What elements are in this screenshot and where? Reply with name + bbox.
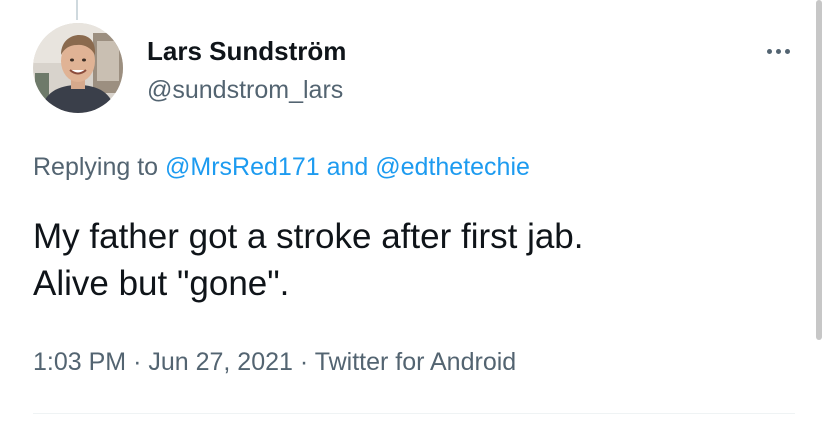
tweet-date[interactable]: Jun 27, 2021: [148, 348, 293, 376]
author-name[interactable]: Lars Sundström: [147, 34, 346, 68]
more-options-button[interactable]: [758, 36, 798, 66]
tweet-detail: Lars Sundström @sundstrom_lars Replying …: [0, 0, 828, 431]
metadata-separator: ·: [299, 348, 309, 376]
avatar[interactable]: [33, 23, 123, 113]
reply-context-prefix: Replying to: [33, 153, 159, 181]
mention-link-edthetechie[interactable]: @edthetechie: [375, 153, 530, 181]
divider: [33, 413, 795, 414]
author-handle[interactable]: @sundstrom_lars: [147, 74, 343, 106]
tweet-time[interactable]: 1:03 PM: [33, 348, 126, 376]
tweet-text: My father got a stroke after first jab. …: [33, 213, 793, 307]
reply-context-conjunction[interactable]: and: [327, 153, 369, 181]
tweet-text-line: My father got a stroke after first jab.: [33, 217, 584, 256]
scrollbar[interactable]: [816, 0, 822, 340]
tweet-metadata: 1:03 PM · Jun 27, 2021 · Twitter for And…: [33, 346, 516, 378]
more-horizontal-icon: [775, 48, 781, 54]
thread-connector-line: [76, 0, 78, 20]
metadata-separator: ·: [133, 348, 142, 376]
more-horizontal-icon: [784, 48, 790, 54]
mention-link-mrsred171[interactable]: @MrsRed171: [165, 153, 320, 181]
tweet-text-line: Alive but "gone".: [33, 264, 290, 303]
more-horizontal-icon: [766, 48, 772, 54]
reply-context: Replying to @MrsRed171 and @edthetechie: [33, 151, 530, 183]
tweet-source[interactable]: Twitter for Android: [315, 348, 516, 376]
